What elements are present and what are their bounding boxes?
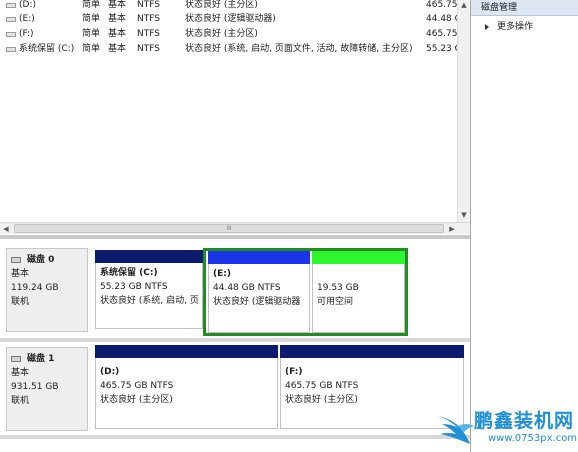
disk-name: 磁盘 1 (27, 354, 55, 364)
partition-size: 19.53 GB (317, 283, 359, 293)
volume-row[interactable]: (D:) 简单 基本 NTFS 状态良好 (主分区) 465.75 G (0, 0, 470, 12)
partition-bar (312, 251, 405, 264)
more-actions-link[interactable]: 更多操作 (485, 21, 534, 33)
watermark-title: 鹏鑫装机网 (474, 410, 575, 432)
volume-status: 状态良好 (主分区) (185, 0, 258, 10)
partition-bar (280, 345, 464, 358)
partition-bar (95, 345, 278, 358)
disk-graphical-view: 磁盘 0 基本 119.24 GB 联机 系统保留 (C:) 55.23 GB … (0, 239, 470, 452)
volume-row[interactable]: (F:) 简单 基本 NTFS 状态良好 (主分区) 465.75 G (0, 27, 470, 41)
disk-state: 联机 (11, 396, 30, 406)
horizontal-scrollbar[interactable]: ◀ III ▶ (0, 222, 470, 234)
scroll-down-icon[interactable]: ▼ (458, 210, 470, 220)
partition-free-space[interactable]: 19.53 GB 可用空间 (312, 251, 405, 333)
volume-fs: NTFS (137, 14, 160, 24)
disk-size: 931.51 GB (11, 382, 59, 392)
partition-bar (95, 250, 203, 263)
volume-name: (F:) (19, 29, 34, 39)
actions-header[interactable]: 磁盘管理 (471, 0, 578, 16)
actions-pane: 磁盘管理 更多操作 (470, 0, 578, 452)
volume-type: 基本 (108, 14, 127, 24)
partition-status: 状态良好 (主分区) (285, 395, 358, 405)
submenu-arrow-icon (485, 24, 489, 30)
disk-state: 联机 (11, 297, 30, 307)
scroll-right-icon[interactable]: ▶ (446, 224, 458, 234)
volume-status: 状态良好 (主分区) (185, 29, 258, 39)
disk-size: 119.24 GB (11, 283, 59, 293)
more-actions-label: 更多操作 (497, 22, 534, 32)
scroll-left-icon[interactable]: ◀ (0, 224, 12, 234)
drive-icon (6, 2, 16, 8)
drive-icon (6, 16, 16, 22)
volume-type: 基本 (108, 29, 127, 39)
vertical-scrollbar[interactable]: ▲ ▼ (457, 0, 470, 222)
disk-icon (11, 257, 21, 263)
watermark: 鹏鑫装机网 www.0753px.com (436, 404, 578, 452)
volume-layout: 简单 (82, 14, 101, 24)
partition-title: 系统保留 (C:) (100, 268, 158, 278)
bird-logo-icon (438, 416, 474, 444)
volume-type: 基本 (108, 0, 127, 10)
watermark-url: www.0753px.com (488, 433, 578, 444)
partition-title: (F:) (285, 367, 303, 377)
partition-size: 44.48 GB NTFS (213, 283, 281, 293)
disk-icon (11, 356, 21, 362)
scroll-up-icon[interactable]: ▲ (458, 0, 470, 10)
partition-status: 状态良好 (系统, 启动, 页 (100, 296, 199, 306)
partition-title: (D:) (100, 367, 120, 377)
disk-separator (0, 338, 470, 342)
drive-icon (6, 31, 16, 37)
volume-row[interactable]: (E:) 简单 基本 NTFS 状态良好 (逻辑驱动器) 44.48 GB (0, 12, 470, 26)
volume-fs: NTFS (137, 29, 160, 39)
partition-status: 可用空间 (317, 297, 354, 307)
volume-name: 系统保留 (C:) (19, 44, 75, 54)
disk-0-label[interactable]: 磁盘 0 基本 119.24 GB 联机 (6, 248, 88, 332)
partition-title: (E:) (213, 269, 231, 279)
volume-name: (E:) (19, 14, 35, 24)
volume-layout: 简单 (82, 44, 101, 54)
drive-icon (6, 46, 16, 52)
volume-fs: NTFS (137, 0, 160, 10)
partition-size: 465.75 GB NTFS (285, 381, 359, 391)
volume-fs: NTFS (137, 44, 160, 54)
scrollbar-thumb[interactable]: III (14, 224, 444, 233)
volume-layout: 简单 (82, 29, 101, 39)
volume-status: 状态良好 (系统, 启动, 页面文件, 活动, 故障转储, 主分区) (185, 44, 413, 54)
volume-type: 基本 (108, 44, 127, 54)
disk-1-label[interactable]: 磁盘 1 基本 931.51 GB 联机 (6, 347, 88, 431)
volume-row[interactable]: 系统保留 (C:) 简单 基本 NTFS 状态良好 (系统, 启动, 页面文件,… (0, 42, 470, 56)
volume-list: (D:) 简单 基本 NTFS 状态良好 (主分区) 465.75 G (E:)… (0, 0, 470, 222)
volume-name: (D:) (19, 0, 36, 10)
partition-bar (208, 251, 310, 264)
partition-e[interactable]: (E:) 44.48 GB NTFS 状态良好 (逻辑驱动器 (208, 251, 310, 333)
partition-size: 465.75 GB NTFS (100, 381, 174, 391)
disk-type: 基本 (11, 368, 30, 378)
disk-type: 基本 (11, 269, 30, 279)
disk-separator (0, 435, 470, 439)
partition-size: 55.23 GB NTFS (100, 282, 168, 292)
volume-status: 状态良好 (逻辑驱动器) (185, 14, 276, 24)
partition-d[interactable]: (D:) 465.75 GB NTFS 状态良好 (主分区) (95, 345, 278, 429)
disk-name: 磁盘 0 (27, 255, 55, 265)
volume-layout: 简单 (82, 0, 101, 10)
partition-status: 状态良好 (主分区) (100, 395, 173, 405)
partition-c[interactable]: 系统保留 (C:) 55.23 GB NTFS 状态良好 (系统, 启动, 页 (95, 250, 203, 329)
partition-status: 状态良好 (逻辑驱动器 (213, 297, 301, 307)
